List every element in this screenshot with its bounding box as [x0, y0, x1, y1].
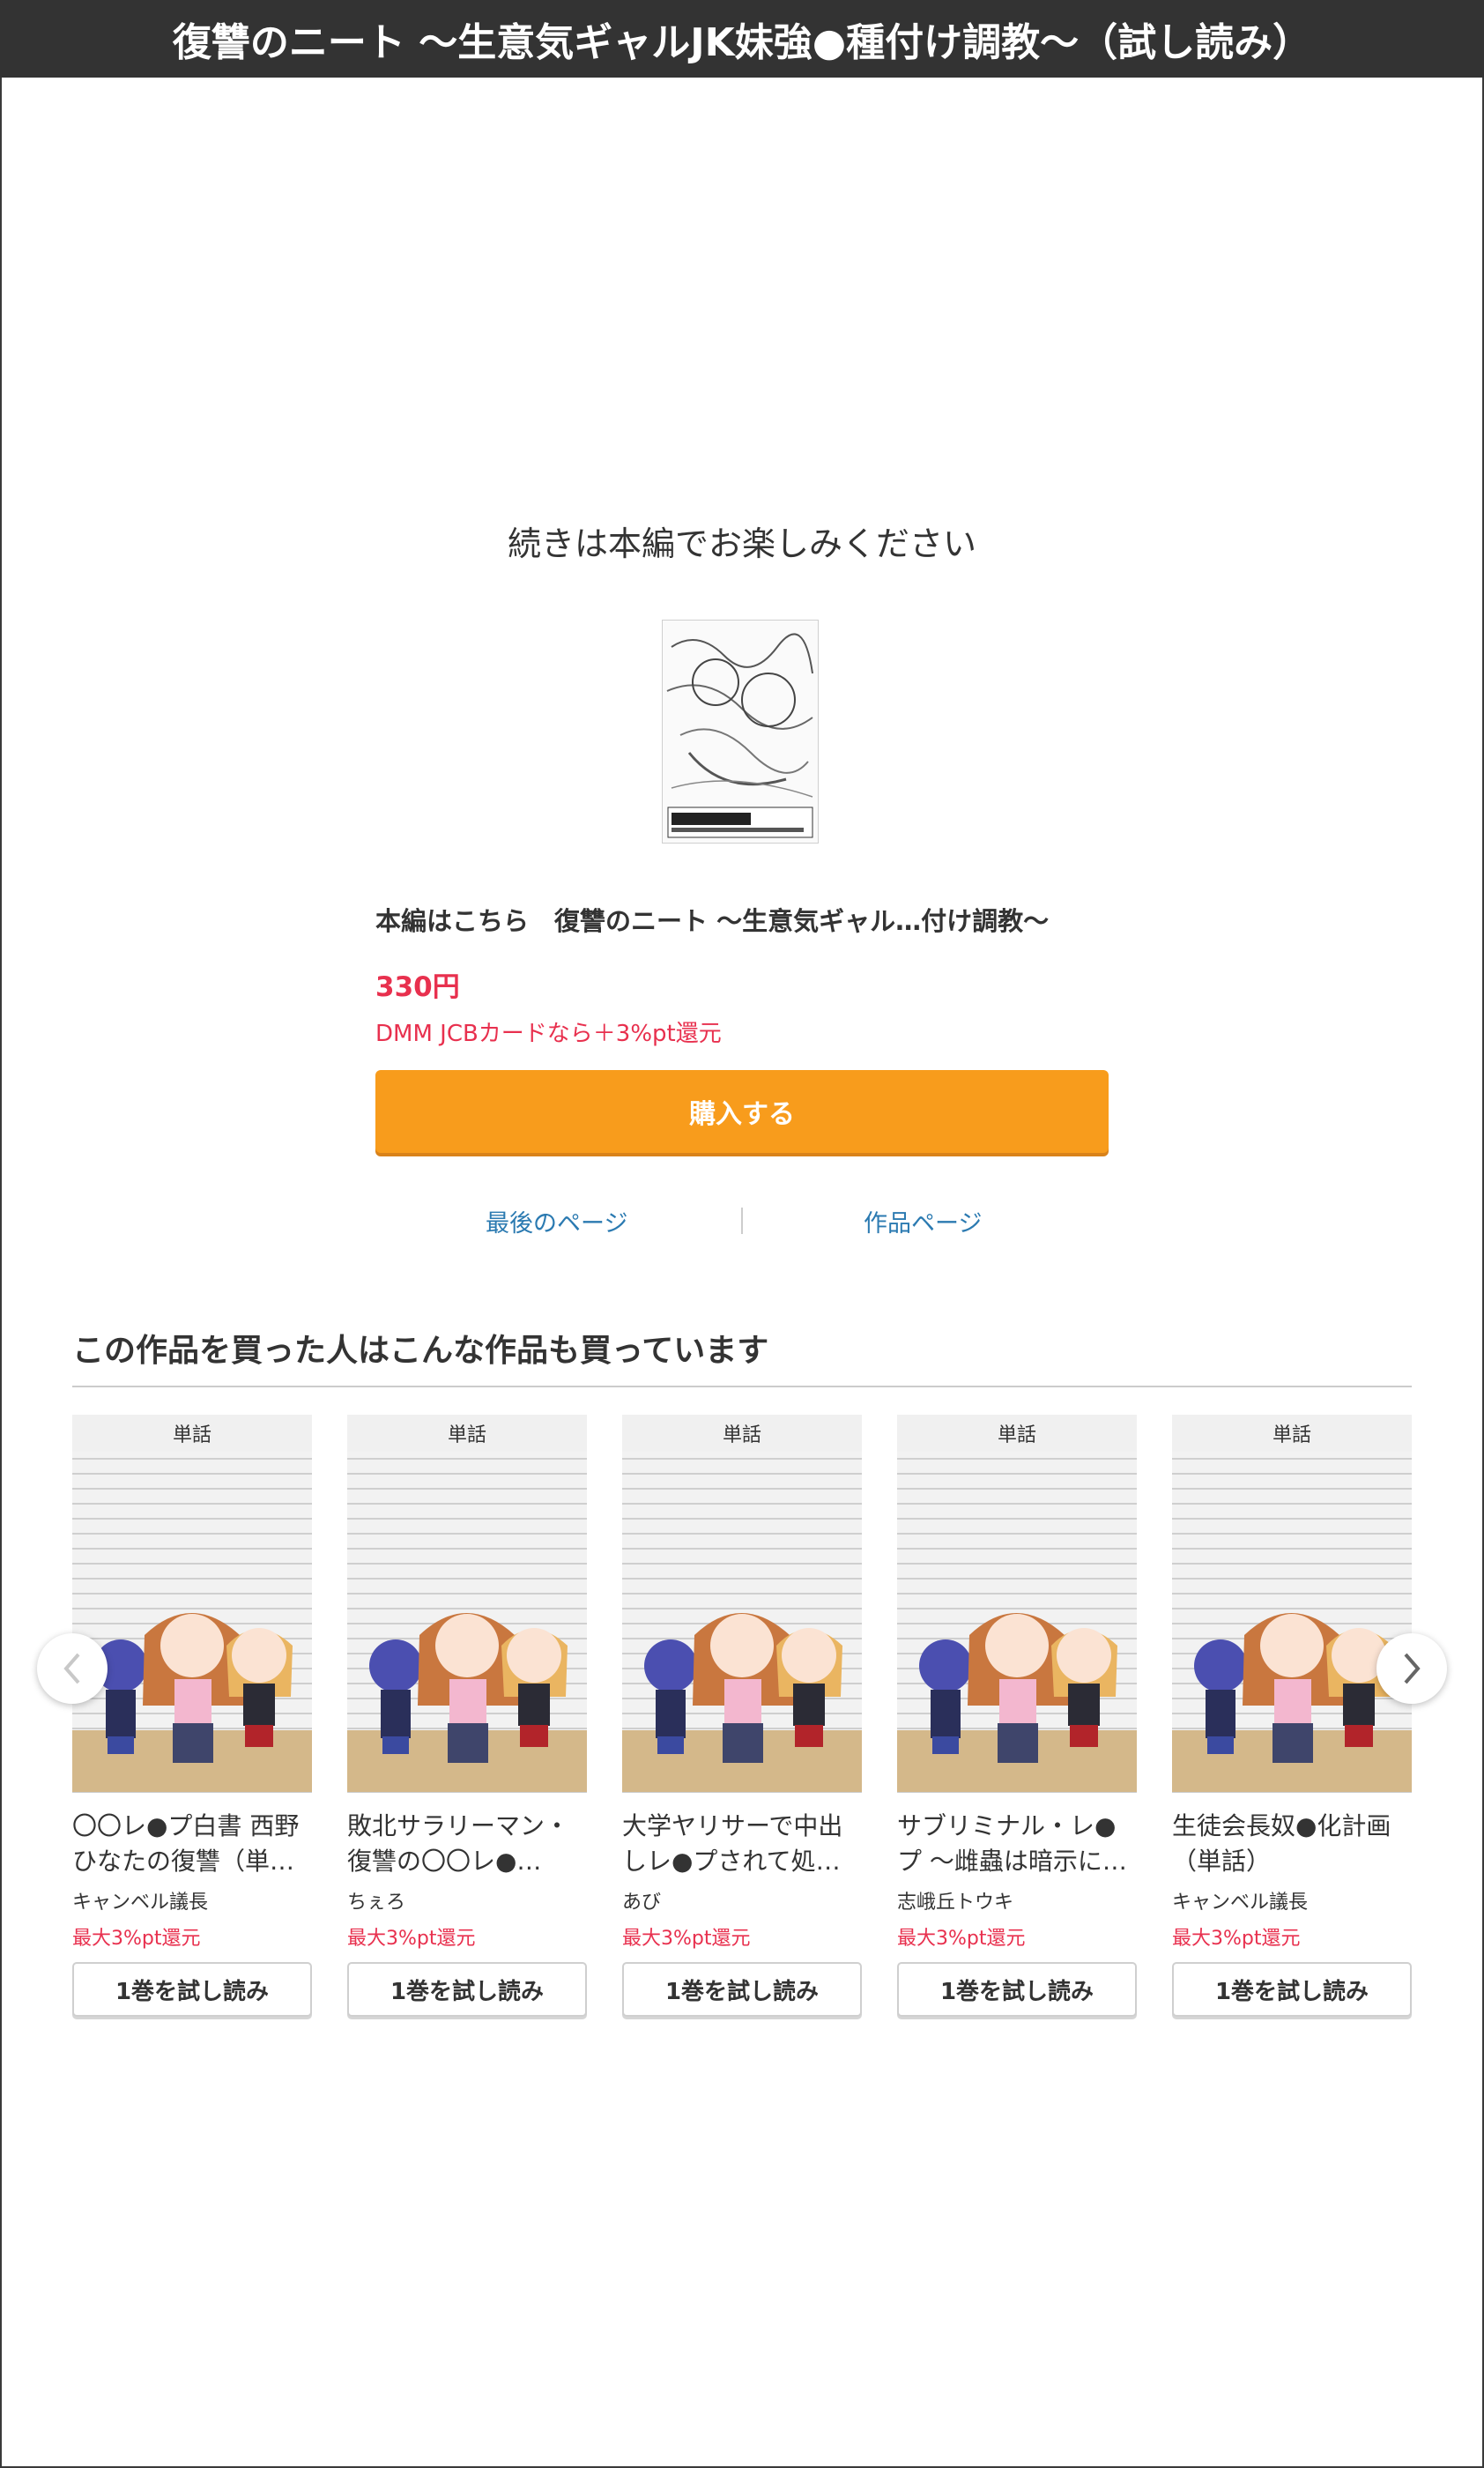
- characters-illustration: [94, 1613, 293, 1763]
- recommendation-author[interactable]: ちぇろ: [347, 1886, 405, 1914]
- trial-read-button[interactable]: 1巻を試し読み: [347, 1962, 587, 2017]
- recommendation-point-note: 最大3%pt還元: [897, 1928, 1026, 1950]
- recommendation-card[interactable]: 単話 サブリミナル・レ●プ 〜雌蟲は暗示に… 志峨丘トウキ 最大3%pt還元 1…: [897, 1415, 1137, 2023]
- recommendation-title[interactable]: 大学ヤリサーで中出しレ●プされて処…: [622, 1809, 862, 1879]
- recommendation-point-note: 最大3%pt還元: [72, 1928, 201, 1950]
- price: 330円: [375, 971, 460, 1003]
- recommendation-point-note: 最大3%pt還元: [1172, 1928, 1301, 1950]
- chevron-right-icon: [1404, 1653, 1421, 1684]
- format-badge: 単話: [1172, 1415, 1412, 1452]
- point-campaign-note: DMM JCBカードなら＋3%pt還元: [375, 1021, 722, 1047]
- recommendation-thumbnail[interactable]: 単話: [72, 1415, 312, 1793]
- purchase-button[interactable]: 購入する: [375, 1070, 1109, 1153]
- book-cover-image[interactable]: [662, 620, 819, 844]
- characters-illustration: [919, 1613, 1117, 1763]
- recommendation-card[interactable]: 単話 〇〇レ●プ白書 西野ひなたの復讐（単… キャンベル議長 最大3%pt還元 …: [72, 1415, 312, 2023]
- recommendations-heading: この作品を買った人はこんな作品も買っています: [72, 1333, 769, 1369]
- continue-message: 続きは本編でお楽しみください: [507, 524, 976, 563]
- characters-illustration: [644, 1613, 842, 1763]
- format-badge: 単話: [897, 1415, 1137, 1452]
- recommendation-point-note: 最大3%pt還元: [622, 1928, 751, 1950]
- links-divider: [741, 1208, 743, 1234]
- recommendation-card[interactable]: 単話 生徒会長奴●化計画（単話） キャンベル議長 最大3%pt還元 1巻を試し読…: [1172, 1415, 1412, 2023]
- recommendation-thumbnail[interactable]: 単話: [347, 1415, 587, 1793]
- trial-read-button[interactable]: 1巻を試し読み: [897, 1962, 1137, 2017]
- recommendation-author[interactable]: あび: [622, 1886, 661, 1914]
- recommendation-card[interactable]: 単話 大学ヤリサーで中出しレ●プされて処… あび 最大3%pt還元 1巻を試し読…: [622, 1415, 862, 2023]
- recommendation-author[interactable]: 志峨丘トウキ: [897, 1886, 1013, 1914]
- recommendations-carousel: 単話 〇〇レ●プ白書 西野ひなたの復讐（単… キャンベル議長 最大3%pt還元 …: [72, 1415, 1412, 2023]
- characters-illustration: [1194, 1613, 1392, 1763]
- recommendation-title[interactable]: 敗北サラリーマン・復讐の〇〇レ●…: [347, 1809, 587, 1879]
- cover-illustration: [663, 621, 818, 843]
- end-card-links: 最後のページ 作品ページ: [375, 1204, 1109, 1243]
- recommendation-card[interactable]: 単話 敗北サラリーマン・復讐の〇〇レ●… ちぇろ 最大3%pt還元 1巻を試し読…: [347, 1415, 587, 2023]
- format-badge: 単話: [72, 1415, 312, 1452]
- last-page-link[interactable]: 最後のページ: [486, 1204, 627, 1238]
- format-badge: 単話: [622, 1415, 862, 1452]
- trial-read-button[interactable]: 1巻を試し読み: [622, 1962, 862, 2017]
- viewer-title-bar: 復讐のニート 〜生意気ギャルJK妹強●種付け調教〜（試し読み）: [0, 0, 1484, 78]
- recommendations-divider: [72, 1386, 1412, 1387]
- recommendation-author[interactable]: キャンベル議長: [1172, 1886, 1308, 1914]
- characters-illustration: [369, 1613, 568, 1763]
- recommendation-author[interactable]: キャンベル議長: [72, 1886, 208, 1914]
- chevron-left-icon: [63, 1653, 80, 1684]
- format-badge: 単話: [347, 1415, 587, 1452]
- trial-read-button[interactable]: 1巻を試し読み: [1172, 1962, 1412, 2017]
- recommendation-thumbnail[interactable]: 単話: [622, 1415, 862, 1793]
- trial-read-button[interactable]: 1巻を試し読み: [72, 1962, 312, 2017]
- recommendation-thumbnail[interactable]: 単話: [897, 1415, 1137, 1793]
- recommendation-title[interactable]: 生徒会長奴●化計画（単話）: [1172, 1809, 1412, 1879]
- recommendation-title[interactable]: サブリミナル・レ●プ 〜雌蟲は暗示に…: [897, 1809, 1137, 1879]
- recommendation-point-note: 最大3%pt還元: [347, 1928, 476, 1950]
- carousel-next-button[interactable]: [1376, 1633, 1447, 1704]
- work-page-link[interactable]: 作品ページ: [864, 1204, 982, 1238]
- recommendation-thumbnail[interactable]: 単話: [1172, 1415, 1412, 1793]
- carousel-prev-button[interactable]: [37, 1633, 108, 1704]
- main-volume-title[interactable]: 本編はこちら 復讐のニート 〜生意気ギャル…付け調教〜: [375, 901, 1109, 938]
- page-title: 復讐のニート 〜生意気ギャルJK妹強●種付け調教〜（試し読み）: [172, 20, 1312, 65]
- recommendation-title[interactable]: 〇〇レ●プ白書 西野ひなたの復讐（単…: [72, 1809, 312, 1879]
